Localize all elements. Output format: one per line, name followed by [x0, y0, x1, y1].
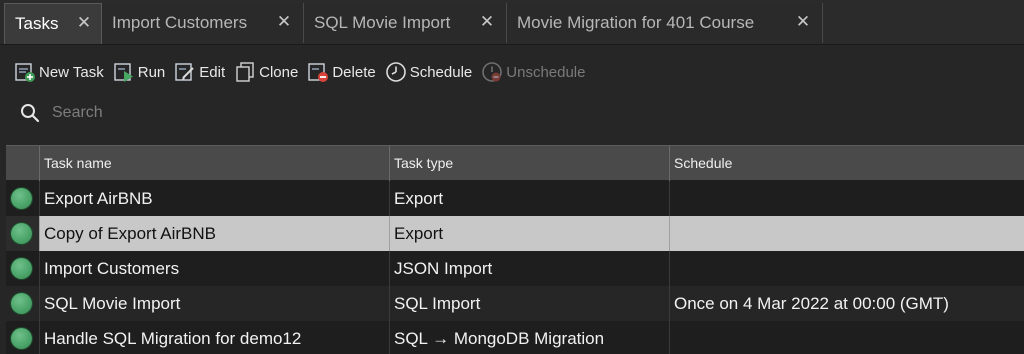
status-indicator-icon	[11, 188, 32, 209]
tab-bar: Tasks ✕ Import Customers ✕ SQL Movie Imp…	[0, 0, 1024, 45]
new-task-button[interactable]: New Task	[14, 61, 104, 83]
tab-label: Tasks	[15, 14, 59, 33]
edit-label: Edit	[199, 63, 226, 81]
tab-label: Movie Migration for 401 Course	[517, 13, 755, 32]
task-name-cell: SQL Movie Import	[39, 286, 389, 321]
close-icon[interactable]: ✕	[794, 13, 812, 31]
tasks-table: Task name Task type Schedule Export AirB…	[6, 145, 1024, 354]
schedule-cell: Once on 4 Mar 2022 at 00:00 (GMT)	[669, 286, 1024, 321]
status-cell	[6, 216, 39, 251]
new-task-icon	[15, 63, 35, 82]
status-cell	[6, 286, 39, 321]
task-name-cell: Export AirBNB	[39, 181, 389, 216]
close-icon[interactable]: ✕	[478, 13, 496, 31]
clone-button[interactable]: Clone	[234, 61, 298, 83]
status-cell	[6, 181, 39, 216]
task-type-cell: Export	[389, 216, 669, 251]
task-name-cell: Handle SQL Migration for demo12	[39, 321, 389, 354]
tab-import-customers[interactable]: Import Customers ✕	[102, 3, 304, 43]
run-button[interactable]: Run	[113, 61, 166, 83]
status-indicator-icon	[11, 223, 32, 244]
clone-icon	[236, 62, 254, 82]
column-header-task-name[interactable]: Task name	[39, 146, 389, 181]
task-type-cell: JSON Import	[389, 251, 669, 286]
new-task-label: New Task	[39, 63, 104, 81]
task-type-cell: Export	[389, 181, 669, 216]
status-column-header[interactable]	[6, 146, 39, 181]
unschedule-button[interactable]: Unschedule	[481, 61, 585, 83]
edit-icon	[175, 63, 194, 81]
toolbar: New Task Run Edit Clone Delete Schedule …	[14, 58, 594, 86]
clone-label: Clone	[259, 63, 299, 81]
status-indicator-icon	[11, 258, 32, 279]
tab-movie-migration[interactable]: Movie Migration for 401 Course ✕	[507, 3, 823, 43]
tasks-window: Tasks ✕ Import Customers ✕ SQL Movie Imp…	[0, 0, 1024, 354]
status-cell	[6, 251, 39, 286]
tab-sql-movie-import[interactable]: SQL Movie Import ✕	[304, 3, 507, 43]
tab-label: Import Customers	[112, 13, 248, 32]
task-name-cell: Copy of Export AirBNB	[39, 216, 389, 251]
schedule-cell	[669, 251, 1024, 286]
schedule-button[interactable]: Schedule	[385, 61, 473, 83]
status-indicator-icon	[11, 293, 32, 314]
task-type-cell: SQL → MongoDB Migration	[389, 321, 669, 354]
schedule-label: Schedule	[409, 63, 473, 81]
close-icon[interactable]: ✕	[75, 14, 93, 32]
table-row[interactable]: Handle SQL Migration for demo12 SQL → Mo…	[6, 321, 1024, 354]
task-type-cell: SQL Import	[389, 286, 669, 321]
tab-label: SQL Movie Import	[314, 13, 451, 32]
clock-icon	[385, 62, 406, 82]
search-icon	[21, 104, 40, 123]
column-header-schedule[interactable]: Schedule	[669, 146, 1021, 181]
search-box	[20, 100, 420, 126]
status-indicator-icon	[11, 328, 32, 349]
schedule-cell	[669, 321, 1024, 354]
run-icon	[114, 63, 133, 82]
search-input[interactable]	[50, 103, 414, 123]
edit-button[interactable]: Edit	[174, 61, 225, 83]
delete-icon	[308, 63, 329, 82]
table-header: Task name Task type Schedule	[6, 145, 1024, 181]
task-name-cell: Import Customers	[39, 251, 389, 286]
schedule-cell	[669, 216, 1024, 251]
delete-button[interactable]: Delete	[307, 61, 376, 83]
table-row[interactable]: Import Customers JSON Import	[6, 251, 1024, 286]
delete-label: Delete	[332, 63, 376, 81]
table-row[interactable]: SQL Movie Import SQL Import Once on 4 Ma…	[6, 286, 1024, 321]
unschedule-icon	[482, 62, 503, 82]
unschedule-label: Unschedule	[506, 63, 586, 81]
status-cell	[6, 321, 39, 354]
schedule-cell	[669, 181, 1024, 216]
run-label: Run	[137, 63, 166, 81]
close-icon[interactable]: ✕	[275, 13, 293, 31]
table-row[interactable]: Export AirBNB Export	[6, 181, 1024, 216]
column-header-task-type[interactable]: Task type	[389, 146, 669, 181]
tab-tasks[interactable]: Tasks ✕	[4, 3, 102, 44]
table-row-selected[interactable]: Copy of Export AirBNB Export	[6, 216, 1024, 251]
